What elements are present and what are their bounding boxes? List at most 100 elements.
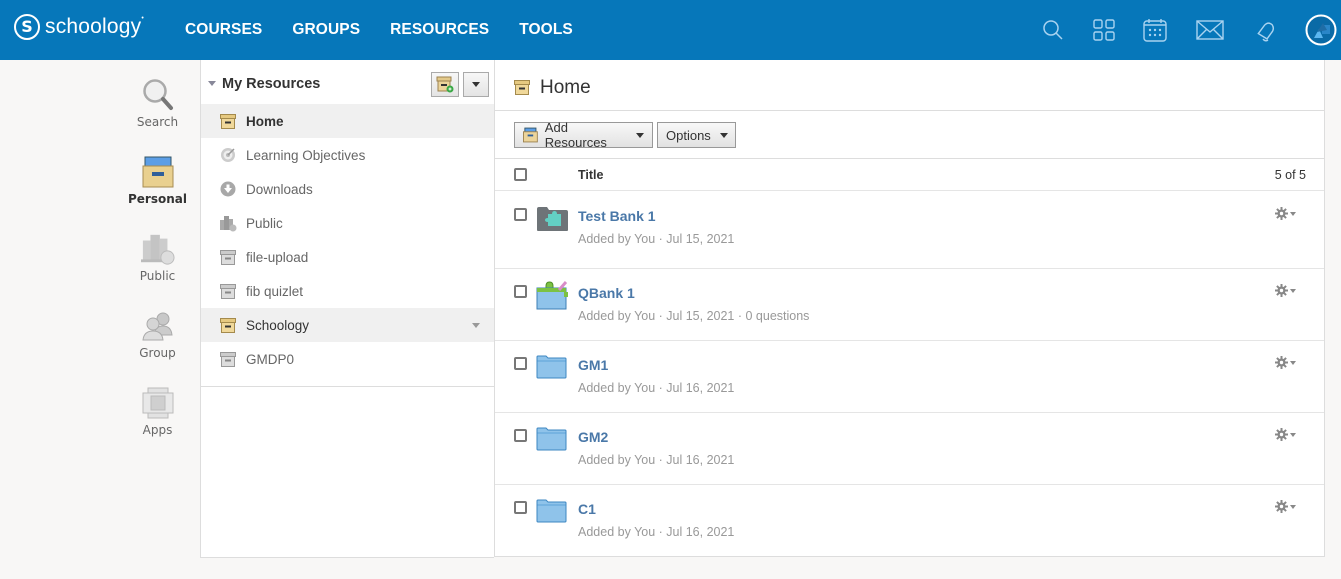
- main-content-panel: Home Add Resources Options Title 5 of 5 …: [494, 60, 1325, 557]
- tree-item-label: Public: [246, 215, 283, 231]
- options-label: Options: [666, 127, 711, 143]
- schoology-logo[interactable]: S schoology•: [14, 14, 144, 40]
- nav-courses[interactable]: COURSES: [185, 21, 262, 39]
- search-icon[interactable]: [1039, 16, 1067, 44]
- list-item: GM1 Added by You · Jul 16, 2021: [495, 341, 1324, 413]
- row-title-link[interactable]: Test Bank 1: [578, 208, 656, 224]
- row-actions-gear[interactable]: [1275, 356, 1296, 369]
- folder-icon: [536, 427, 567, 455]
- column-title[interactable]: Title: [578, 168, 603, 182]
- rail-item-apps[interactable]: Apps: [115, 386, 200, 437]
- row-title-link[interactable]: GM2: [578, 429, 608, 445]
- box-icon-gray: [219, 248, 237, 266]
- row-meta: Added by You · Jul 16, 2021: [578, 453, 735, 467]
- library-icon: [140, 232, 175, 266]
- top-navigation-bar: S schoology• COURSES GROUPS RESOURCES TO…: [0, 0, 1341, 60]
- rail-item-group[interactable]: Group: [115, 309, 200, 360]
- list-item: QBank 1 Added by You · Jul 15, 2021 · 0 …: [495, 269, 1324, 341]
- apps-grid-icon[interactable]: [1090, 16, 1118, 44]
- select-all-checkbox[interactable]: [514, 168, 527, 181]
- row-checkbox[interactable]: [514, 285, 527, 298]
- row-checkbox[interactable]: [514, 429, 527, 442]
- list-item: Test Bank 1 Added by You · Jul 15, 2021: [495, 192, 1324, 269]
- tree-item-label: Learning Objectives: [246, 147, 366, 163]
- personal-box-icon: [141, 155, 175, 189]
- row-actions-gear[interactable]: [1275, 428, 1296, 441]
- row-checkbox[interactable]: [514, 357, 527, 370]
- rail-item-personal[interactable]: Personal: [115, 155, 200, 206]
- nav-resources[interactable]: RESOURCES: [390, 21, 489, 39]
- calendar-icon[interactable]: [1141, 16, 1169, 44]
- test-bank-icon: [536, 206, 569, 236]
- row-actions-gear[interactable]: [1275, 284, 1296, 297]
- options-button[interactable]: Options: [657, 122, 736, 148]
- row-actions-gear[interactable]: [1275, 500, 1296, 513]
- rail-label: Group: [139, 346, 176, 360]
- box-icon-gold: [514, 80, 530, 99]
- add-collection-button[interactable]: [431, 72, 459, 97]
- add-resources-icon: [523, 127, 538, 143]
- box-icon-gold: [219, 316, 237, 334]
- tree-item-schoology[interactable]: Schoology: [201, 308, 494, 342]
- collapse-caret-icon[interactable]: [208, 81, 216, 86]
- chevron-down-icon: [1290, 432, 1296, 437]
- tree-item-label: fib quizlet: [246, 283, 304, 299]
- row-checkbox[interactable]: [514, 501, 527, 514]
- bell-icon[interactable]: [1252, 16, 1280, 44]
- logo-mark-icon: S: [14, 14, 40, 40]
- row-title-link[interactable]: C1: [578, 501, 596, 517]
- avatar[interactable]: [1305, 14, 1337, 46]
- tree-item-label: Schoology: [246, 317, 310, 333]
- box-icon-gold: [219, 112, 237, 130]
- resource-tree-panel: My Resources Home Learning Objectives Do…: [200, 60, 494, 558]
- rail-label: Search: [136, 115, 179, 129]
- tree-item-gmdp0[interactable]: GMDP0: [201, 342, 494, 376]
- list-header: Title 5 of 5: [495, 159, 1324, 191]
- chevron-down-icon: [1290, 211, 1296, 216]
- row-title-link[interactable]: QBank 1: [578, 285, 635, 301]
- download-icon: [219, 180, 237, 198]
- tree-item-fib-quizlet[interactable]: fib quizlet: [201, 274, 494, 308]
- toolbar: Add Resources Options: [495, 111, 1324, 159]
- row-actions-gear[interactable]: [1275, 207, 1296, 220]
- tree-item-file-upload[interactable]: file-upload: [201, 240, 494, 274]
- add-resources-button[interactable]: Add Resources: [514, 120, 653, 150]
- chevron-down-icon[interactable]: [472, 323, 480, 328]
- tree-item-label: Downloads: [246, 181, 313, 197]
- main-header: Home: [495, 60, 1324, 111]
- tree-item-downloads[interactable]: Downloads: [201, 172, 494, 206]
- main-nav: COURSES GROUPS RESOURCES TOOLS: [185, 0, 603, 60]
- row-meta: Added by You · Jul 15, 2021: [578, 232, 735, 246]
- item-count: 5 of 5: [1274, 168, 1306, 182]
- tree-item-label: GMDP0: [246, 351, 295, 367]
- chevron-down-icon: [636, 132, 644, 138]
- row-checkbox[interactable]: [514, 208, 527, 221]
- add-collection-icon: [436, 76, 454, 93]
- tree-item-learning-objectives[interactable]: Learning Objectives: [201, 138, 494, 172]
- search-icon: [141, 78, 175, 112]
- page-title: Home: [540, 77, 591, 98]
- tree-options-dropdown[interactable]: [463, 72, 489, 97]
- rail-item-public[interactable]: Public: [115, 232, 200, 283]
- nav-tools[interactable]: TOOLS: [519, 21, 573, 39]
- tree-divider: [201, 386, 494, 387]
- list-item: GM2 Added by You · Jul 16, 2021: [495, 413, 1324, 485]
- mail-icon[interactable]: [1196, 16, 1224, 44]
- tree-header: My Resources: [201, 60, 494, 104]
- tree-list: Home Learning Objectives Downloads Publi…: [201, 104, 494, 376]
- logo-text: schoology•: [45, 15, 145, 38]
- row-meta: Added by You · Jul 16, 2021: [578, 525, 735, 539]
- list-item: C1 Added by You · Jul 16, 2021: [495, 485, 1324, 557]
- question-bank-icon: [536, 280, 569, 314]
- rail-label: Public: [139, 269, 176, 283]
- row-meta: Added by You · Jul 15, 2021 · 0 question…: [578, 309, 810, 323]
- row-title-link[interactable]: GM1: [578, 357, 608, 373]
- add-resources-label: Add Resources: [544, 120, 607, 150]
- tree-item-public[interactable]: Public: [201, 206, 494, 240]
- apps-icon: [141, 386, 175, 420]
- tree-item-home[interactable]: Home: [201, 104, 494, 138]
- nav-groups[interactable]: GROUPS: [292, 21, 360, 39]
- folder-icon: [536, 355, 567, 383]
- library-icon: [219, 214, 237, 232]
- rail-item-search[interactable]: Search: [115, 78, 200, 129]
